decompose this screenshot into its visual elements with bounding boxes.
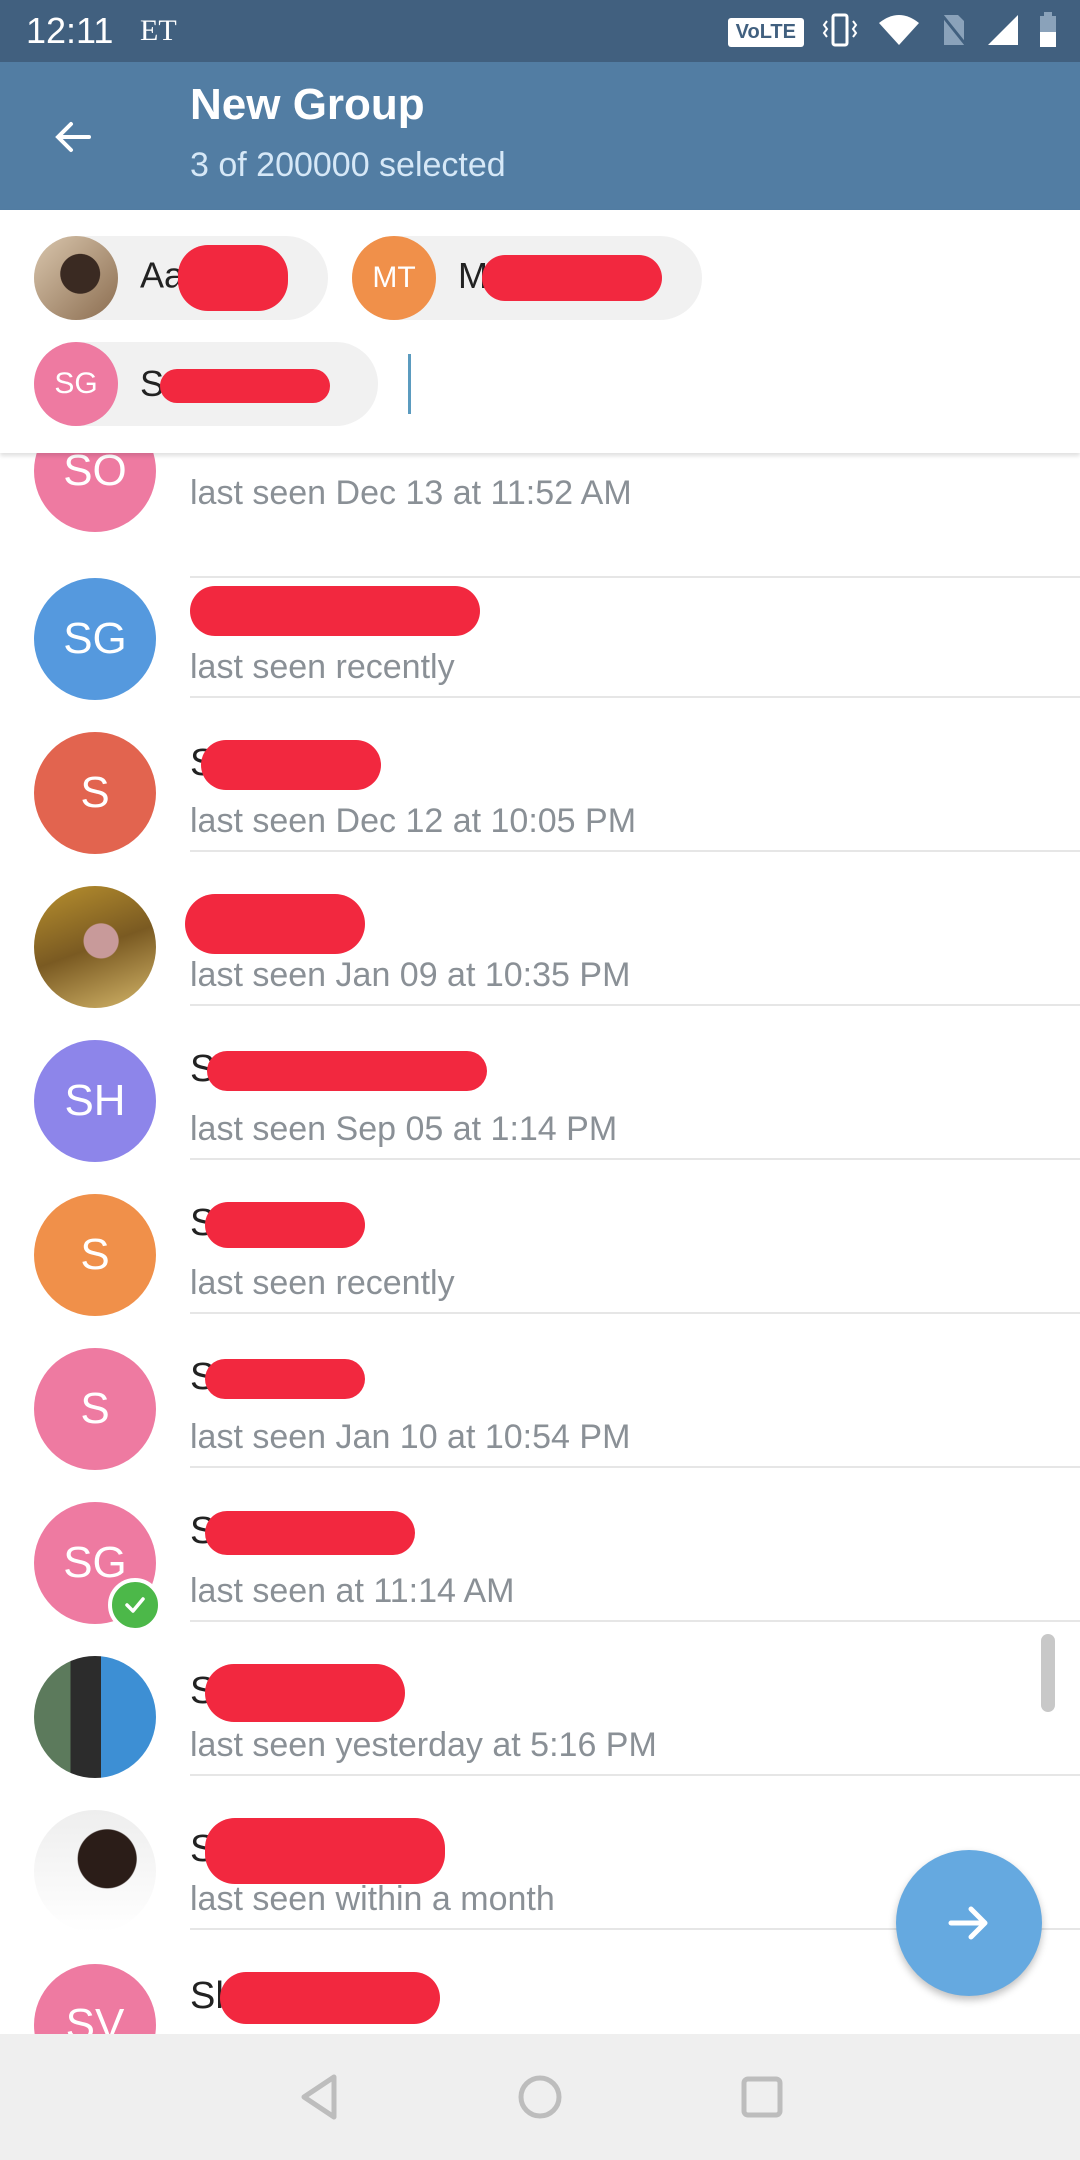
redaction <box>178 245 289 311</box>
redaction <box>205 1358 366 1399</box>
contact-row[interactable]: S S last seen Dec 12 at 10:05 PM <box>0 696 1080 854</box>
chip-name: M <box>458 255 662 302</box>
contact-status: last seen at 11:14 AM <box>190 1572 515 1610</box>
redaction <box>205 1664 406 1722</box>
contact-row[interactable]: S last seen Jan 09 at 10:35 PM <box>0 850 1080 1008</box>
redaction <box>205 1202 366 1248</box>
redaction <box>185 894 366 954</box>
avatar: MT <box>352 236 436 320</box>
contact-name: Sh <box>190 1972 441 2024</box>
avatar <box>34 1810 156 1932</box>
avatar: SG <box>34 342 118 426</box>
selected-chip[interactable]: MT M <box>352 236 702 320</box>
contact-row[interactable]: SH S last seen Sep 05 at 1:14 PM <box>0 1004 1080 1162</box>
contact-row[interactable]: SG last seen recently <box>0 542 1080 700</box>
contact-row[interactable]: S last seen yesterday at 5:16 PM <box>0 1620 1080 1778</box>
recents-square-icon <box>741 2076 783 2118</box>
avatar-initials: S <box>80 1230 110 1279</box>
back-triangle-icon <box>301 2074 337 2120</box>
avatar: S <box>34 732 156 854</box>
nav-back-button[interactable] <box>285 2062 355 2132</box>
contact-name <box>190 586 480 636</box>
selected-members-field[interactable]: Aa MT M SG S <box>0 210 1080 453</box>
navigation-bar <box>0 2034 1080 2160</box>
selected-chip[interactable]: Aa <box>34 236 328 320</box>
avatar <box>34 1656 156 1778</box>
wifi-icon <box>876 13 922 52</box>
contact-status: last seen recently <box>190 1264 455 1302</box>
avatar-initials: S <box>80 768 110 817</box>
battery-icon <box>1038 11 1058 53</box>
chip-name: S <box>140 363 331 405</box>
redaction <box>201 740 382 790</box>
contact-name: S <box>190 1510 416 1555</box>
no-sim-icon <box>940 13 968 52</box>
volte-icon: VoLTE <box>727 17 804 47</box>
text-cursor <box>408 354 411 414</box>
contact-name: S <box>190 1818 446 1884</box>
avatar <box>34 886 156 1008</box>
redaction <box>482 255 662 302</box>
nav-recents-button[interactable] <box>727 2062 797 2132</box>
redaction <box>190 586 480 636</box>
arrow-left-icon <box>55 122 91 152</box>
back-button[interactable] <box>38 102 108 172</box>
contact-status: last seen yesterday at 5:16 PM <box>190 1726 657 1764</box>
redaction <box>220 1972 441 2024</box>
nav-home-button[interactable] <box>505 2062 575 2132</box>
status-carrier: ET <box>140 14 177 47</box>
selected-chip[interactable]: SG S <box>34 342 378 426</box>
avatar-initials: S <box>80 1384 110 1433</box>
app-bar: New Group 3 of 200000 selected <box>0 62 1080 210</box>
contact-name: S <box>190 1048 488 1091</box>
avatar <box>34 236 118 320</box>
avatar: SH <box>34 1040 156 1162</box>
screen: 12:11 ET VoLTE New Group 3 of 200000 sel… <box>0 0 1080 2160</box>
home-circle-icon <box>518 2075 562 2119</box>
avatar-initials: SG <box>63 614 127 663</box>
contact-status: last seen within a month <box>190 1880 555 1918</box>
contact-status: last seen recently <box>190 648 455 686</box>
contact-row[interactable]: SG S last seen at 11:14 AM <box>0 1466 1080 1632</box>
contact-status: last seen Sep 05 at 1:14 PM <box>190 1110 618 1148</box>
status-time: 12:11 <box>26 10 114 51</box>
avatar: SG <box>34 578 156 700</box>
contact-status: last seen Dec 13 at 11:52 AM <box>190 474 632 512</box>
signal-icon <box>986 13 1020 52</box>
contact-status: last seen Jan 10 at 10:54 PM <box>190 1418 631 1456</box>
chip-name: Aa <box>140 245 289 311</box>
contact-row[interactable]: S S last seen Jan 10 at 10:54 PM <box>0 1312 1080 1470</box>
scrollbar[interactable] <box>1041 1634 1055 1712</box>
status-bar: 12:11 ET VoLTE <box>0 0 1080 62</box>
next-button[interactable] <box>896 1850 1042 1996</box>
avatar-initials: MT <box>372 261 416 294</box>
contact-name: S <box>190 1664 406 1722</box>
redaction <box>160 369 331 404</box>
redaction <box>205 1818 446 1884</box>
contact-name: S <box>190 1202 366 1248</box>
status-icons: VoLTE <box>727 11 1058 53</box>
page-title: New Group <box>190 80 425 129</box>
arrow-right-icon <box>948 1906 988 1940</box>
contact-name: S <box>190 1356 366 1399</box>
avatar-initials: SO <box>63 446 127 495</box>
contact-row[interactable]: S S last seen recently <box>0 1158 1080 1316</box>
redaction <box>205 1510 416 1555</box>
vibrate-icon <box>822 13 858 52</box>
avatar-initials: SG <box>63 1538 127 1587</box>
contact-name: S <box>185 894 366 954</box>
avatar: S <box>34 1348 156 1470</box>
selection-count: 3 of 200000 selected <box>190 146 506 184</box>
redaction <box>207 1050 488 1091</box>
avatar: S <box>34 1194 156 1316</box>
contact-name: S <box>190 740 382 790</box>
avatar-initials: SG <box>54 367 98 400</box>
avatar-initials: SH <box>64 1076 126 1125</box>
contact-status: last seen Dec 12 at 10:05 PM <box>190 802 637 840</box>
contact-status: last seen Jan 09 at 10:35 PM <box>190 956 631 994</box>
